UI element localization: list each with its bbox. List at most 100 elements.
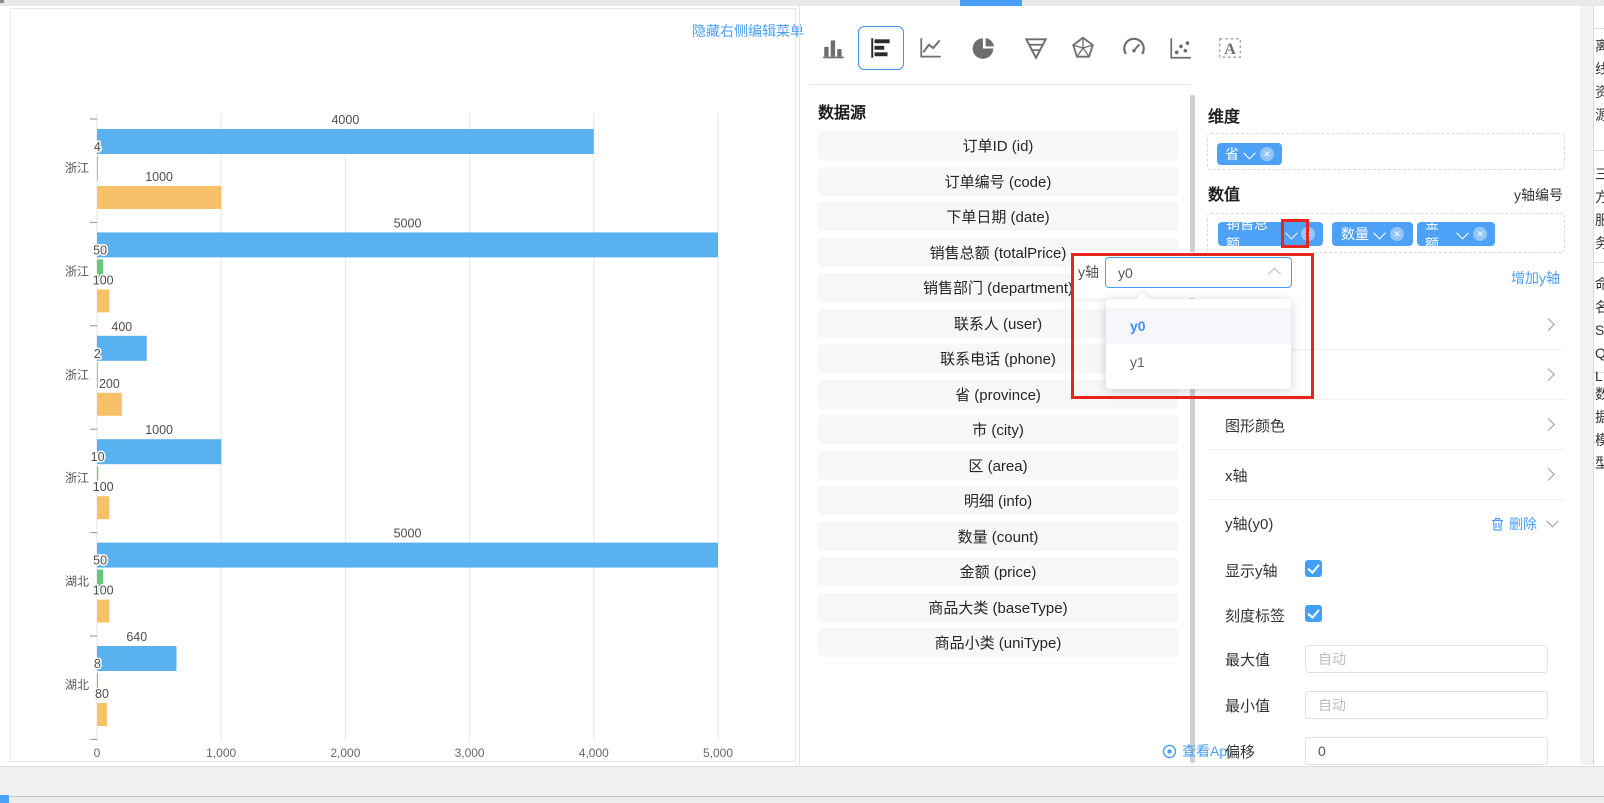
delete-label: 删除 bbox=[1509, 514, 1537, 534]
remove-chip-icon[interactable]: ✕ bbox=[1260, 147, 1274, 161]
axis-option-y1[interactable]: y1 bbox=[1106, 344, 1291, 380]
y-axis-collapse-chevron-icon[interactable] bbox=[1546, 515, 1559, 528]
bar-value-label: 80 bbox=[95, 687, 109, 701]
chip-label: 销售总额 bbox=[1226, 214, 1281, 254]
bar-value-label: 2 bbox=[94, 347, 101, 361]
y-axis-row-label: 显示y轴 bbox=[1225, 560, 1278, 581]
y-axis-row-label: 偏移 bbox=[1225, 741, 1255, 762]
remove-chip-icon[interactable]: ✕ bbox=[1390, 227, 1404, 241]
tick-label-checkbox[interactable] bbox=[1305, 605, 1322, 622]
right-scrollbar-track[interactable] bbox=[1580, 6, 1593, 765]
x-axis-tick-label: 5,000 bbox=[703, 746, 733, 760]
axis-option-y0[interactable]: y0 bbox=[1106, 308, 1291, 344]
config-section-label: 图形颜色 bbox=[1225, 415, 1285, 436]
bar-totalPrice bbox=[97, 232, 718, 257]
chevron-down-icon[interactable] bbox=[1373, 226, 1386, 239]
middle-panel-scrollbar[interactable] bbox=[1190, 95, 1195, 763]
radar-chart-icon[interactable] bbox=[1068, 33, 1098, 63]
datasource-field[interactable]: 订单编号 (code) bbox=[818, 167, 1178, 196]
footer-lower-band bbox=[0, 797, 1604, 803]
datasource-field[interactable]: 商品大类 (baseType) bbox=[818, 593, 1178, 622]
x-axis-tick-label: 1,000 bbox=[206, 746, 236, 760]
axis-number-label: y轴编号 bbox=[1514, 185, 1563, 205]
grouped-horizontal-bar-chart: 01,0002,0003,0004,0005,000浙江400041000浙江5… bbox=[11, 9, 795, 761]
datasource-field[interactable]: 商品小类 (uniType) bbox=[818, 628, 1178, 657]
app-screen: 隐藏右侧编辑菜单 01,0002,0003,0004,0005,000浙江400… bbox=[0, 0, 1604, 803]
field-chip[interactable]: 数量 ✕ bbox=[1332, 222, 1413, 246]
right-strip-tab[interactable]: 命名SQL bbox=[1595, 273, 1604, 388]
bar-totalPrice bbox=[97, 336, 147, 361]
chevron-right-icon bbox=[1542, 318, 1555, 331]
right-strip-separator bbox=[1593, 28, 1604, 29]
scatter-chart-icon[interactable] bbox=[1166, 33, 1196, 63]
add-y-axis-link[interactable]: 增加y轴 bbox=[1511, 268, 1560, 288]
delete-y-axis-button[interactable]: 删除 bbox=[1491, 514, 1537, 534]
funnel-chart-icon[interactable] bbox=[1021, 33, 1051, 63]
x-axis-tick-label: 3,000 bbox=[455, 746, 485, 760]
svg-text:A: A bbox=[1224, 40, 1236, 58]
datasource-field[interactable]: 区 (area) bbox=[818, 451, 1178, 480]
remove-chip-icon[interactable]: ✕ bbox=[1473, 227, 1487, 241]
field-chip[interactable]: 省✕ bbox=[1217, 143, 1282, 165]
pie-chart-icon[interactable] bbox=[969, 33, 999, 63]
y-axis-max-input[interactable] bbox=[1305, 645, 1548, 673]
footer-corner-accent bbox=[0, 795, 9, 803]
bar-value-label: 4000 bbox=[331, 113, 359, 127]
y-axis-category-label: 浙江 bbox=[65, 161, 89, 175]
y-axis-min-input[interactable] bbox=[1305, 691, 1548, 719]
axis-select-value: y0 bbox=[1118, 265, 1270, 281]
x-axis-tick-label: 0 bbox=[94, 746, 101, 760]
bar-totalPrice bbox=[97, 646, 176, 671]
remove-chip-icon[interactable]: ✕ bbox=[1301, 227, 1315, 241]
field-chip[interactable]: 金额✕ bbox=[1417, 222, 1495, 246]
gauge-chart-icon[interactable] bbox=[1119, 33, 1149, 63]
right-strip-separator bbox=[1593, 262, 1604, 263]
datasource-field[interactable]: 市 (city) bbox=[818, 415, 1178, 444]
datasource-field[interactable]: 金额 (price) bbox=[818, 557, 1178, 586]
datasource-field[interactable]: 明细 (info) bbox=[818, 486, 1178, 515]
toolbar-bottom-border bbox=[810, 84, 1190, 85]
y-axis-offset-input[interactable] bbox=[1305, 737, 1548, 765]
y-axis-category-label: 浙江 bbox=[65, 368, 89, 382]
chevron-right-icon bbox=[1542, 468, 1555, 481]
chevron-down-icon[interactable] bbox=[1243, 146, 1256, 159]
config-section-row[interactable]: x轴 bbox=[1208, 449, 1565, 499]
bar-value-label: 50 bbox=[93, 243, 107, 257]
text-element-icon[interactable]: A bbox=[1215, 33, 1245, 63]
config-section-row[interactable]: 图形颜色 bbox=[1208, 399, 1565, 449]
config-section-label: x轴 bbox=[1225, 465, 1248, 486]
datasource-field[interactable]: 下单日期 (date) bbox=[818, 202, 1178, 231]
bar-value-label: 200 bbox=[99, 377, 120, 391]
datasource-field[interactable]: 订单ID (id) bbox=[818, 131, 1178, 160]
show-y-axis-checkbox[interactable] bbox=[1305, 560, 1322, 577]
right-strip-tab[interactable]: 三方服务 bbox=[1595, 163, 1604, 255]
chip-label: 数量 bbox=[1341, 224, 1369, 244]
bar-value-label: 10 bbox=[91, 450, 105, 464]
view-api-label: 查看Api bbox=[1182, 741, 1230, 761]
chevron-right-icon bbox=[1542, 368, 1555, 381]
chevron-down-icon[interactable] bbox=[1285, 226, 1298, 239]
axis-select[interactable]: y0 bbox=[1105, 257, 1292, 288]
chip-label: 省 bbox=[1225, 144, 1239, 164]
line-chart-icon[interactable] bbox=[916, 33, 946, 63]
bar-value-label: 400 bbox=[111, 320, 132, 334]
bar-price bbox=[97, 289, 109, 312]
bar-chart-icon[interactable] bbox=[819, 33, 849, 63]
bar-totalPrice bbox=[97, 543, 718, 568]
middle-panel-left-border bbox=[799, 6, 800, 765]
bar-value-label: 5000 bbox=[394, 527, 422, 541]
bar-value-label: 1000 bbox=[145, 423, 173, 437]
field-chip[interactable]: 销售总额✕ bbox=[1218, 222, 1323, 246]
horizontal-bar-chart-icon[interactable] bbox=[866, 33, 896, 63]
right-strip-tab[interactable]: 离线资源 bbox=[1595, 35, 1604, 127]
datasource-field[interactable]: 数量 (count) bbox=[818, 522, 1178, 551]
view-api-link[interactable]: 查看Api bbox=[1162, 741, 1230, 761]
bar-price bbox=[97, 496, 109, 519]
chip-label: 金额 bbox=[1425, 214, 1452, 254]
bar-value-label: 100 bbox=[93, 480, 114, 494]
top-scrollbar-thumb[interactable] bbox=[960, 0, 1022, 6]
top-corner-mark bbox=[0, 0, 4, 3]
right-strip-tab[interactable]: 数据模型 bbox=[1595, 383, 1604, 475]
chevron-down-icon[interactable] bbox=[1457, 226, 1470, 239]
axis-dropdown-panel: y0y1 bbox=[1106, 299, 1291, 389]
